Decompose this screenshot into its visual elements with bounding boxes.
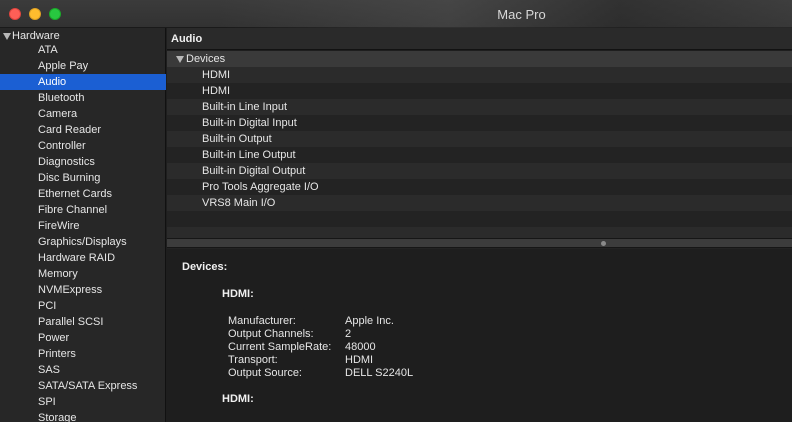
split-view-divider[interactable] bbox=[167, 238, 792, 248]
property-label-transport: Transport: bbox=[228, 354, 278, 366]
property-value-output-channels: 2 bbox=[345, 328, 352, 340]
device-label: Built-in Digital Output bbox=[202, 165, 306, 177]
sidebar-item-parallel-scsi[interactable]: Parallel SCSI bbox=[0, 314, 166, 330]
device-row-built-in-line-input[interactable]: Built-in Line Input bbox=[167, 99, 792, 115]
sidebar-item-label: Parallel SCSI bbox=[38, 316, 104, 328]
detail-title: Devices: bbox=[182, 261, 228, 273]
devices-group-row[interactable]: Devices bbox=[167, 51, 792, 67]
device-label: Pro Tools Aggregate I/O bbox=[202, 181, 319, 193]
device-row-hdmi-2[interactable]: HDMI bbox=[167, 83, 792, 99]
sidebar-item-label: Ethernet Cards bbox=[38, 188, 112, 200]
sidebar-item-label: Card Reader bbox=[38, 124, 101, 136]
device-row-built-in-output[interactable]: Built-in Output bbox=[167, 131, 792, 147]
sidebar-item-label: Fibre Channel bbox=[38, 204, 108, 216]
sidebar-item-storage[interactable]: Storage bbox=[0, 410, 166, 422]
sidebar-item-label: ATA bbox=[38, 44, 58, 56]
sidebar-item-camera[interactable]: Camera bbox=[0, 106, 166, 122]
sidebar-item-label: Apple Pay bbox=[38, 60, 89, 72]
property-label-sample-rate: Current SampleRate: bbox=[228, 341, 332, 353]
sidebar-item-label: Power bbox=[38, 332, 70, 344]
device-label: Built-in Output bbox=[202, 133, 272, 145]
sidebar-item-diagnostics[interactable]: Diagnostics bbox=[0, 154, 166, 170]
device-row-built-in-digital-output[interactable]: Built-in Digital Output bbox=[167, 163, 792, 179]
device-label: HDMI bbox=[202, 85, 231, 97]
device-label: Built-in Digital Input bbox=[202, 117, 297, 129]
sidebar-item-apple-pay[interactable]: Apple Pay bbox=[0, 58, 166, 74]
detail-pane: Devices: HDMI: Manufacturer: Apple Inc. … bbox=[167, 249, 792, 422]
detail-device-name: HDMI: bbox=[222, 288, 254, 300]
sidebar-item-label: Graphics/Displays bbox=[38, 236, 127, 248]
sidebar-item-label: Diagnostics bbox=[38, 156, 95, 168]
property-value-transport: HDMI bbox=[345, 354, 374, 366]
sidebar-item-label: NVMExpress bbox=[38, 284, 103, 296]
devices-list: Devices HDMI HDMI Built-in Line Input Bu… bbox=[167, 51, 792, 265]
sidebar-item-label: Hardware RAID bbox=[38, 252, 116, 264]
sidebar-item-card-reader[interactable]: Card Reader bbox=[0, 122, 166, 138]
sidebar-item-label: Audio bbox=[38, 76, 67, 88]
section-title: Audio bbox=[167, 28, 792, 50]
sidebar-item-label: Bluetooth bbox=[38, 92, 85, 104]
property-label-output-source: Output Source: bbox=[228, 367, 302, 379]
device-row-vrs8-main[interactable]: VRS8 Main I/O bbox=[167, 195, 792, 211]
device-label: Built-in Line Output bbox=[202, 149, 296, 161]
sidebar-item-fibre-channel[interactable]: Fibre Channel bbox=[0, 202, 166, 218]
sidebar-item-bluetooth[interactable]: Bluetooth bbox=[0, 90, 166, 106]
device-label: Built-in Line Input bbox=[202, 101, 287, 113]
sidebar-item-label: SAS bbox=[38, 364, 61, 376]
window-title: Mac Pro bbox=[497, 7, 546, 22]
sidebar-item-power[interactable]: Power bbox=[0, 330, 166, 346]
title-bar: Mac Pro bbox=[0, 0, 792, 28]
sidebar-item-graphics-displays[interactable]: Graphics/Displays bbox=[0, 234, 166, 250]
sidebar-item-label: Camera bbox=[38, 108, 78, 120]
devices-group-label: Devices bbox=[186, 53, 226, 65]
sidebar-item-label: FireWire bbox=[38, 220, 80, 232]
property-label-output-channels: Output Channels: bbox=[228, 328, 314, 340]
sidebar-item-controller[interactable]: Controller bbox=[0, 138, 166, 154]
sidebar-item-label: SPI bbox=[38, 396, 56, 408]
sidebar-item-spi[interactable]: SPI bbox=[0, 394, 166, 410]
sidebar-item-ethernet-cards[interactable]: Ethernet Cards bbox=[0, 186, 166, 202]
sidebar-item-hardware-raid[interactable]: Hardware RAID bbox=[0, 250, 166, 266]
disclosure-triangle-icon[interactable] bbox=[3, 33, 11, 40]
sidebar-item-ata[interactable]: ATA bbox=[0, 42, 166, 58]
property-value-output-source: DELL S2240L bbox=[345, 367, 414, 379]
sidebar-group-label: Hardware bbox=[12, 30, 60, 42]
sidebar-item-label: Storage bbox=[38, 412, 77, 422]
device-row-hdmi-1[interactable]: HDMI bbox=[167, 67, 792, 83]
device-row-built-in-digital-input[interactable]: Built-in Digital Input bbox=[167, 115, 792, 131]
device-row-pro-tools-aggregate[interactable]: Pro Tools Aggregate I/O bbox=[167, 179, 792, 195]
sidebar: Hardware ATA Apple Pay Audio Bluetooth C… bbox=[0, 28, 166, 422]
sidebar-item-memory[interactable]: Memory bbox=[0, 266, 166, 282]
detail-device-name: HDMI: bbox=[222, 393, 254, 405]
disclosure-triangle-icon[interactable] bbox=[176, 56, 184, 63]
property-value-manufacturer: Apple Inc. bbox=[345, 315, 394, 327]
sidebar-item-disc-burning[interactable]: Disc Burning bbox=[0, 170, 166, 186]
sidebar-item-audio[interactable]: Audio bbox=[0, 74, 166, 90]
sidebar-item-nvmexpress[interactable]: NVMExpress bbox=[0, 282, 166, 298]
sidebar-item-label: Printers bbox=[38, 348, 76, 360]
property-label-manufacturer: Manufacturer: bbox=[228, 315, 296, 327]
main-content: Audio Devices HDMI HDMI Built-in Line In… bbox=[167, 28, 792, 422]
device-label: VRS8 Main I/O bbox=[202, 197, 276, 209]
sidebar-item-sas[interactable]: SAS bbox=[0, 362, 166, 378]
sidebar-item-pci[interactable]: PCI bbox=[0, 298, 166, 314]
device-row-built-in-line-output[interactable]: Built-in Line Output bbox=[167, 147, 792, 163]
property-value-sample-rate: 48000 bbox=[345, 341, 376, 353]
sidebar-item-label: PCI bbox=[38, 300, 57, 312]
empty-row bbox=[167, 211, 792, 227]
divider-handle-icon[interactable] bbox=[601, 241, 606, 246]
sidebar-item-label: Disc Burning bbox=[38, 172, 101, 184]
sidebar-item-label: SATA/SATA Express bbox=[38, 380, 138, 392]
sidebar-item-label: Controller bbox=[38, 140, 86, 152]
sidebar-item-firewire[interactable]: FireWire bbox=[0, 218, 166, 234]
device-label: HDMI bbox=[202, 69, 231, 81]
sidebar-item-label: Memory bbox=[38, 268, 78, 280]
sidebar-item-sata-sata-express[interactable]: SATA/SATA Express bbox=[0, 378, 166, 394]
sidebar-item-printers[interactable]: Printers bbox=[0, 346, 166, 362]
